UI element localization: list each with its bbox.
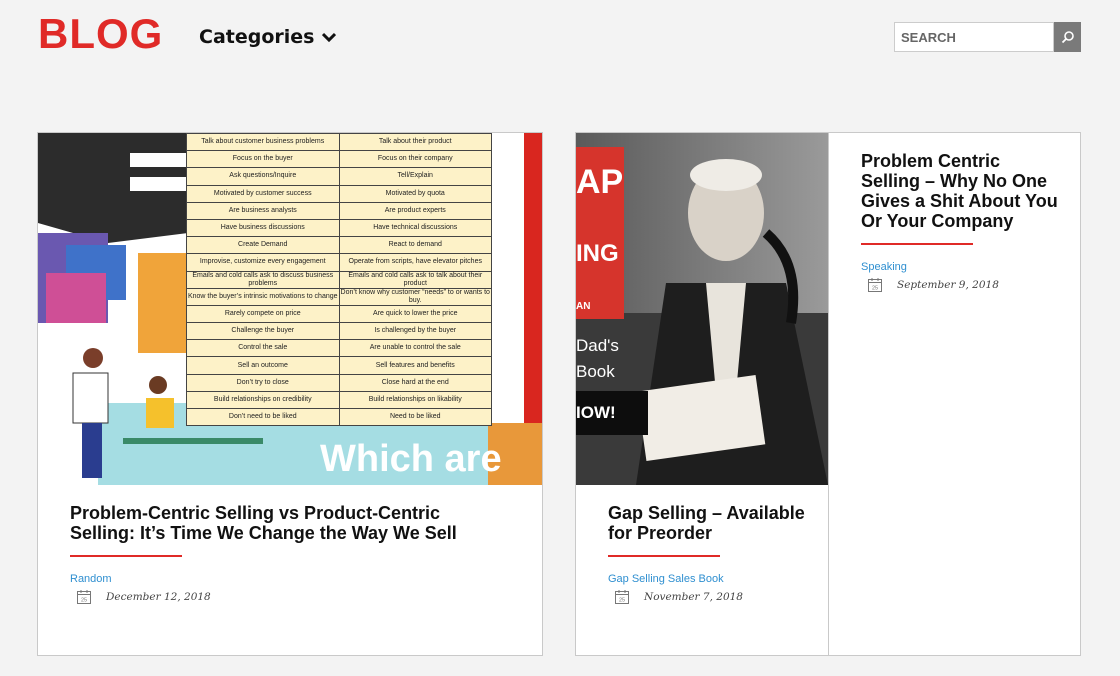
post-thumbnail[interactable]: AP ING AN Dad's Book IOW!: [576, 133, 828, 485]
search-input[interactable]: [894, 22, 1054, 52]
categories-menu[interactable]: Categories: [199, 26, 337, 48]
table-row: Rarely compete on price Are quick to lowe…: [186, 304, 492, 324]
post-category-link[interactable]: Gap Selling Sales Book: [608, 573, 808, 585]
table-cell: Have technical discussions: [338, 218, 492, 238]
post-date-row: 25 December 12, 2018: [70, 589, 510, 605]
title-divider: [861, 243, 973, 245]
overlay-text: Dad's: [576, 336, 619, 355]
table-cell: Improvise, customize every engagement: [186, 253, 340, 272]
post-body: Problem-Centric Selling vs Product-Centr…: [70, 503, 510, 605]
table-cell: Sell an outcome: [186, 356, 340, 375]
book-cover-text: ING: [576, 240, 619, 267]
title-divider: [70, 555, 182, 557]
table-cell: Emails and cold calls ask to discuss bus…: [186, 270, 340, 289]
table-cell: Focus on the buyer: [186, 150, 340, 169]
table-row: Control the sale Are unable to control th…: [186, 339, 492, 358]
vintage-photo-illustration: AP ING AN Dad's Book IOW!: [576, 133, 828, 485]
search-button[interactable]: [1054, 22, 1081, 52]
table-cell: Need to be liked: [338, 407, 492, 427]
comparison-table: Talk about customer business problems Tal…: [186, 133, 492, 427]
overlay-text: Book: [576, 362, 615, 381]
table-row: Don’t need to be liked Need to be liked: [186, 407, 492, 427]
table-cell: Control the sale: [186, 339, 340, 358]
title-divider: [608, 555, 720, 557]
table-cell: Don’t know why customer “needs” to or wa…: [338, 287, 492, 306]
table-cell: Sell features and benefits: [338, 356, 492, 375]
thumbnail-caption: Which are: [320, 438, 502, 480]
table-cell: Are product experts: [338, 201, 492, 220]
table-cell: Don’t try to close: [186, 373, 340, 392]
table-cell: Know the buyer’s intrinsic motivations t…: [186, 287, 340, 306]
table-cell: Motivated by customer success: [186, 184, 340, 203]
post-title[interactable]: Problem-Centric Selling vs Product-Centr…: [70, 503, 510, 543]
post-date-row: 25 November 7, 2018: [608, 589, 808, 605]
post-thumbnail[interactable]: Which are Talk about customer business p…: [38, 133, 542, 485]
table-row: Create Demand React to demand: [186, 236, 492, 255]
post-title[interactable]: Problem Centric Selling – Why No One Giv…: [861, 151, 1061, 231]
table-row: Talk about customer business problems Tal…: [186, 133, 492, 152]
blog-logo[interactable]: BLOG: [38, 10, 163, 58]
table-row: Motivated by customer success Motivated b…: [186, 184, 492, 203]
table-row: Improvise, customize every engagement Ope…: [186, 253, 492, 272]
calendar-icon: 25: [615, 590, 629, 604]
post-card[interactable]: Problem Centric Selling – Why No One Giv…: [828, 132, 1081, 656]
table-cell: Are business analysts: [186, 201, 340, 220]
preorder-button-text: IOW!: [576, 403, 616, 422]
table-cell: Focus on their company: [338, 150, 492, 169]
book-cover-text: AN: [576, 301, 590, 312]
post-card[interactable]: Which are Talk about customer business p…: [37, 132, 543, 656]
table-cell: Are unable to control the sale: [338, 339, 492, 358]
svg-text:25: 25: [81, 598, 87, 604]
site-header: BLOG Categories: [0, 0, 1120, 80]
table-cell: Is challenged by the buyer: [338, 322, 492, 341]
table-cell: Create Demand: [186, 236, 340, 255]
calendar-icon: 25: [868, 278, 882, 292]
post-category-link[interactable]: Random: [70, 573, 510, 585]
table-row: Have business discussions Have technical …: [186, 218, 492, 238]
table-cell: Talk about their product: [338, 133, 492, 152]
table-cell: Emails and cold calls ask to talk about …: [338, 270, 492, 289]
post-body: Problem Centric Selling – Why No One Giv…: [861, 151, 1061, 293]
table-cell: Motivated by quota: [338, 184, 492, 203]
search-icon: [1061, 31, 1074, 44]
table-cell: Have business discussions: [186, 218, 340, 238]
table-row: Are business analysts Are product experts: [186, 201, 492, 220]
book-cover-text: AP: [576, 163, 623, 201]
table-row: Focus on the buyer Focus on their company: [186, 150, 492, 169]
table-cell: Build relationships on likability: [338, 390, 492, 410]
table-row: Emails and cold calls ask to discuss bus…: [186, 270, 492, 289]
table-cell: Build relationships on credibility: [186, 390, 340, 410]
categories-label: Categories: [199, 26, 315, 48]
chevron-down-icon: [322, 32, 337, 43]
post-date: November 7, 2018: [644, 591, 743, 603]
table-cell: Rarely compete on price: [186, 304, 340, 324]
table-cell: Talk about customer business problems: [186, 133, 340, 152]
table-cell: React to demand: [338, 236, 492, 255]
table-row: Build relationships on credibility Build …: [186, 390, 492, 410]
svg-text:25: 25: [619, 598, 625, 604]
post-date: December 12, 2018: [106, 591, 211, 603]
table-cell: Don’t need to be liked: [186, 407, 340, 427]
table-row: Ask questions/Inquire Tell/Explain: [186, 167, 492, 186]
post-card[interactable]: AP ING AN Dad's Book IOW! Gap Selling – …: [575, 132, 829, 656]
search-form: [894, 22, 1081, 52]
table-cell: Operate from scripts, have elevator pitc…: [338, 253, 492, 272]
post-body: Gap Selling – Available for Preorder Gap…: [608, 503, 808, 605]
table-cell: Are quick to lower the price: [338, 304, 492, 324]
table-cell: Ask questions/Inquire: [186, 167, 340, 186]
table-cell: Close hard at the end: [338, 373, 492, 392]
post-date-row: 25 September 9, 2018: [861, 277, 1061, 293]
post-date: September 9, 2018: [897, 279, 999, 291]
table-row: Sell an outcome Sell features and benefit…: [186, 356, 492, 375]
table-row: Don’t try to close Close hard at the end: [186, 373, 492, 392]
table-cell: Challenge the buyer: [186, 322, 340, 341]
post-category-link[interactable]: Speaking: [861, 261, 1061, 273]
table-cell: Tell/Explain: [338, 167, 492, 186]
calendar-icon: 25: [77, 590, 91, 604]
svg-text:25: 25: [872, 286, 878, 292]
table-row: Challenge the buyer Is challenged by the …: [186, 322, 492, 341]
table-row: Know the buyer’s intrinsic motivations t…: [186, 287, 492, 306]
post-title[interactable]: Gap Selling – Available for Preorder: [608, 503, 808, 543]
